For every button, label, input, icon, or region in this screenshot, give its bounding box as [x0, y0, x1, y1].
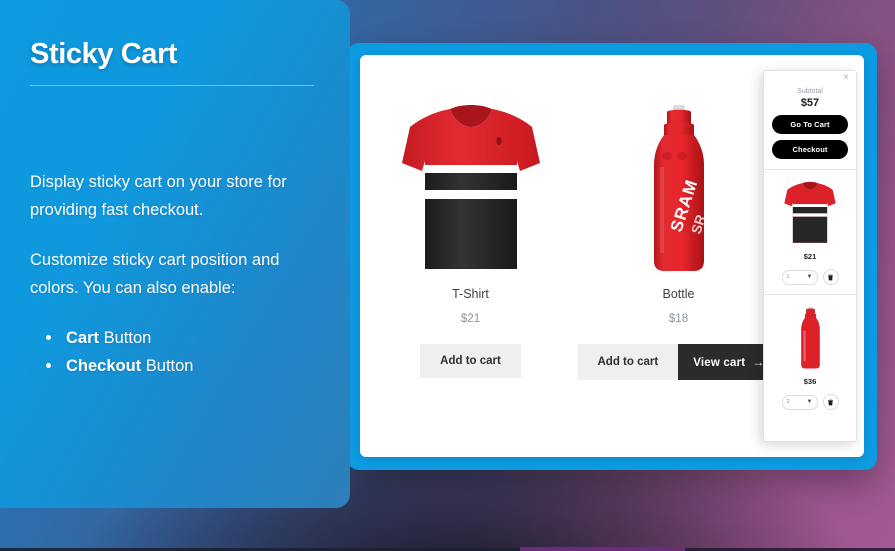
- product-actions-bottle: Add to cart View cart →: [575, 344, 782, 380]
- quantity-select-tshirt[interactable]: 1 ▼: [781, 269, 818, 285]
- cart-item-price-tshirt: $21: [803, 252, 817, 261]
- remove-item-button-bottle[interactable]: [822, 394, 839, 410]
- feature-label-cart: Cart: [66, 328, 100, 347]
- bottom-slide-strip: [0, 546, 895, 551]
- bottle-icon: [800, 306, 820, 369]
- product-price-tshirt: $21: [460, 313, 481, 325]
- cart-line-item-tshirt: $21 1 ▼: [764, 170, 856, 295]
- cart-item-thumbnail-tshirt: [770, 179, 850, 245]
- cart-item-controls-tshirt: 1 ▼: [770, 269, 850, 285]
- add-to-cart-button-bottle[interactable]: Add to cart: [577, 344, 679, 380]
- checkout-button[interactable]: Checkout: [772, 140, 848, 159]
- feature-suffix-checkout: Button: [141, 357, 194, 376]
- quantity-select-bottle[interactable]: 2 ▼: [781, 394, 818, 410]
- tshirt-icon: [401, 105, 540, 269]
- cart-item-controls-bottle: 2 ▼: [770, 394, 850, 410]
- title-divider: [30, 85, 314, 86]
- product-price-bottle: $18: [668, 313, 689, 325]
- product-actions-tshirt: Add to cart: [367, 344, 574, 378]
- screenshot-stage: Sticky Cart Display sticky cart on your …: [0, 0, 895, 551]
- tshirt-icon: [784, 181, 836, 243]
- view-cart-label: View cart: [693, 357, 746, 369]
- product-card-tshirt: T-Shirt $21 Add to cart: [367, 55, 574, 457]
- cart-line-item-bottle: $36 2 ▼: [764, 295, 856, 419]
- bottle-icon: SRAM SR: [653, 105, 708, 271]
- product-name-bottle: Bottle: [662, 287, 695, 301]
- subtotal-label: Subtotal: [797, 88, 823, 95]
- trash-icon: [827, 274, 834, 280]
- chevron-down-icon: ▼: [806, 399, 813, 405]
- feature-list-item-cart: Cart Button: [44, 324, 320, 353]
- add-to-cart-button-tshirt[interactable]: Add to cart: [420, 344, 521, 378]
- page-title: Sticky Cart: [30, 38, 178, 70]
- feature-label-checkout: Checkout: [66, 357, 142, 376]
- description-paragraph-1: Display sticky cart on your store for pr…: [30, 173, 287, 220]
- quantity-value-tshirt: 1: [786, 274, 790, 280]
- subtotal-value: $57: [800, 97, 820, 109]
- sticky-cart-panel: × Subtotal $57 Go To Cart Checkout $21 1…: [763, 70, 857, 442]
- go-to-cart-button[interactable]: Go To Cart: [772, 115, 848, 134]
- description-paragraph-2: Customize sticky cart position and color…: [30, 250, 280, 298]
- info-panel-body: Display sticky cart on your store for pr…: [30, 168, 320, 381]
- feature-list: Cart Button Checkout Button: [44, 324, 320, 382]
- close-icon[interactable]: ×: [841, 73, 851, 83]
- feature-list-item-checkout: Checkout Button: [44, 352, 320, 381]
- product-image-tshirt: [367, 100, 574, 275]
- remove-item-button-tshirt[interactable]: [822, 269, 839, 285]
- feature-suffix-cart: Button: [99, 328, 152, 347]
- quantity-value-bottle: 2: [786, 399, 790, 405]
- sticky-cart-header: × Subtotal $57 Go To Cart Checkout: [764, 71, 856, 170]
- cart-item-thumbnail-bottle: [770, 304, 850, 370]
- trash-icon: [827, 399, 834, 405]
- product-name-tshirt: T-Shirt: [452, 287, 489, 301]
- product-card-bottle: SRAM SR Bottle $18 Add to cart View cart…: [575, 55, 782, 457]
- chevron-down-icon: ▼: [806, 274, 813, 280]
- product-image-bottle: SRAM SR: [575, 100, 782, 275]
- info-panel: Sticky Cart Display sticky cart on your …: [0, 0, 350, 508]
- cart-item-price-bottle: $36: [803, 377, 817, 386]
- strip-segment-accent: [520, 547, 685, 551]
